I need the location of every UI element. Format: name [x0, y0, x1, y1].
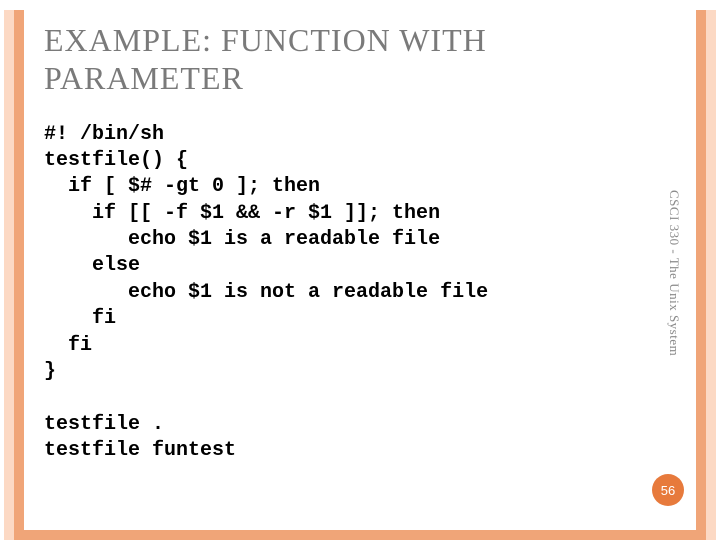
slide-title: EXAMPLE: FUNCTION WITH PARAMETER	[44, 22, 640, 98]
code-block: #! /bin/sh testfile() { if [ $# -gt 0 ];…	[44, 122, 640, 465]
slide: EXAMPLE: FUNCTION WITH PARAMETER #! /bin…	[0, 0, 720, 540]
page-number: 56	[661, 483, 675, 498]
page-number-badge: 56	[652, 474, 684, 506]
slide-content: EXAMPLE: FUNCTION WITH PARAMETER #! /bin…	[44, 22, 640, 465]
frame-top-mask	[0, 0, 720, 10]
course-label: CSCI 330 - The Unix System	[666, 190, 682, 356]
